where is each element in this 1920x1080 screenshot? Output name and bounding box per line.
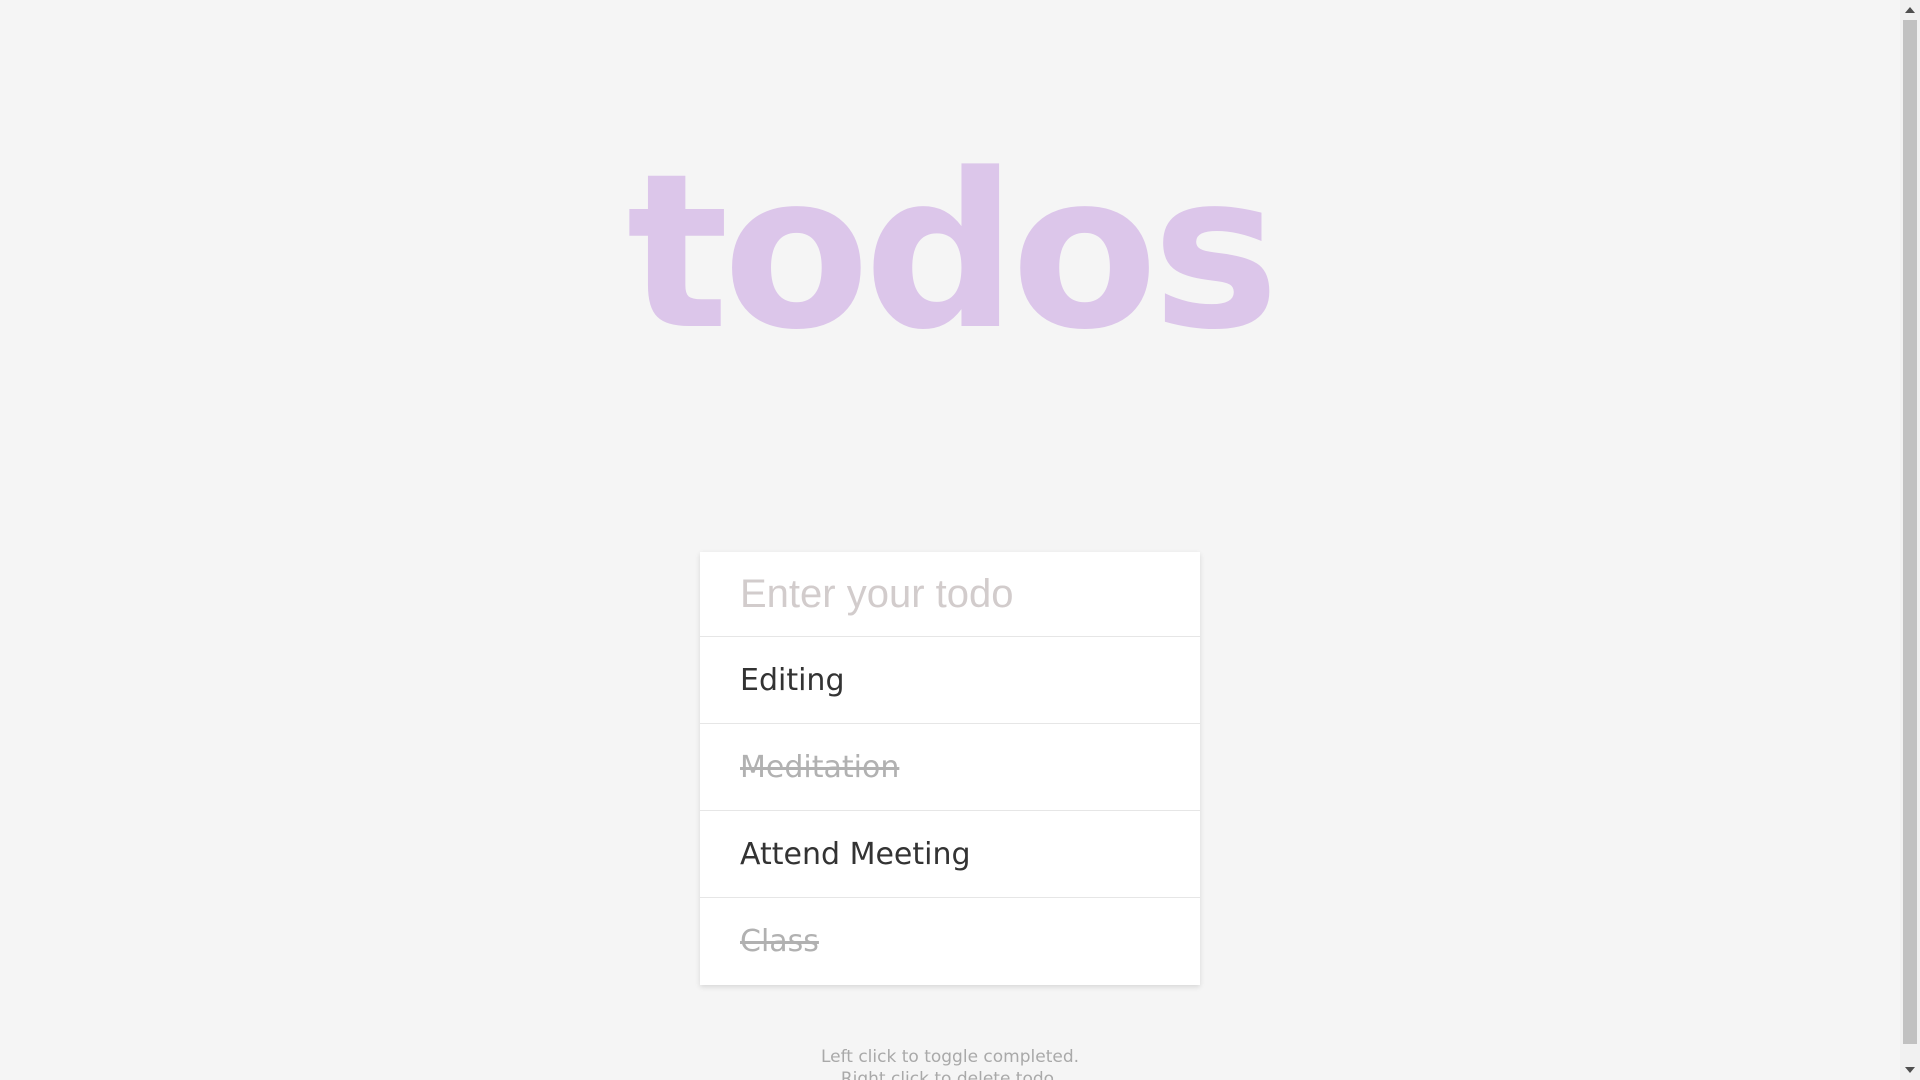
todo-list: Editing Meditation Attend Meeting Class xyxy=(700,637,1200,985)
todo-item[interactable]: Attend Meeting xyxy=(700,811,1200,898)
delete-hint: Right click to delete todo. xyxy=(840,1069,1060,1080)
vertical-scrollbar[interactable] xyxy=(1900,0,1920,1080)
todo-card: Editing Meditation Attend Meeting Class xyxy=(700,552,1200,985)
todo-input[interactable] xyxy=(700,552,1200,637)
app-title: todos xyxy=(626,128,1280,377)
toggle-hint: Left click to toggle completed. xyxy=(820,1047,1080,1067)
page: todos Editing Meditation Attend Meeting … xyxy=(0,0,1920,1080)
todo-item[interactable]: Editing xyxy=(700,637,1200,724)
todo-item[interactable]: Class xyxy=(700,898,1200,985)
instructions: Left click to toggle completed. Right cl… xyxy=(0,1046,1900,1080)
triangle-down-icon[interactable] xyxy=(1900,1060,1920,1080)
todo-item[interactable]: Meditation xyxy=(700,724,1200,811)
scrollbar-thumb[interactable] xyxy=(1903,20,1917,1044)
triangle-up-icon[interactable] xyxy=(1900,0,1920,20)
